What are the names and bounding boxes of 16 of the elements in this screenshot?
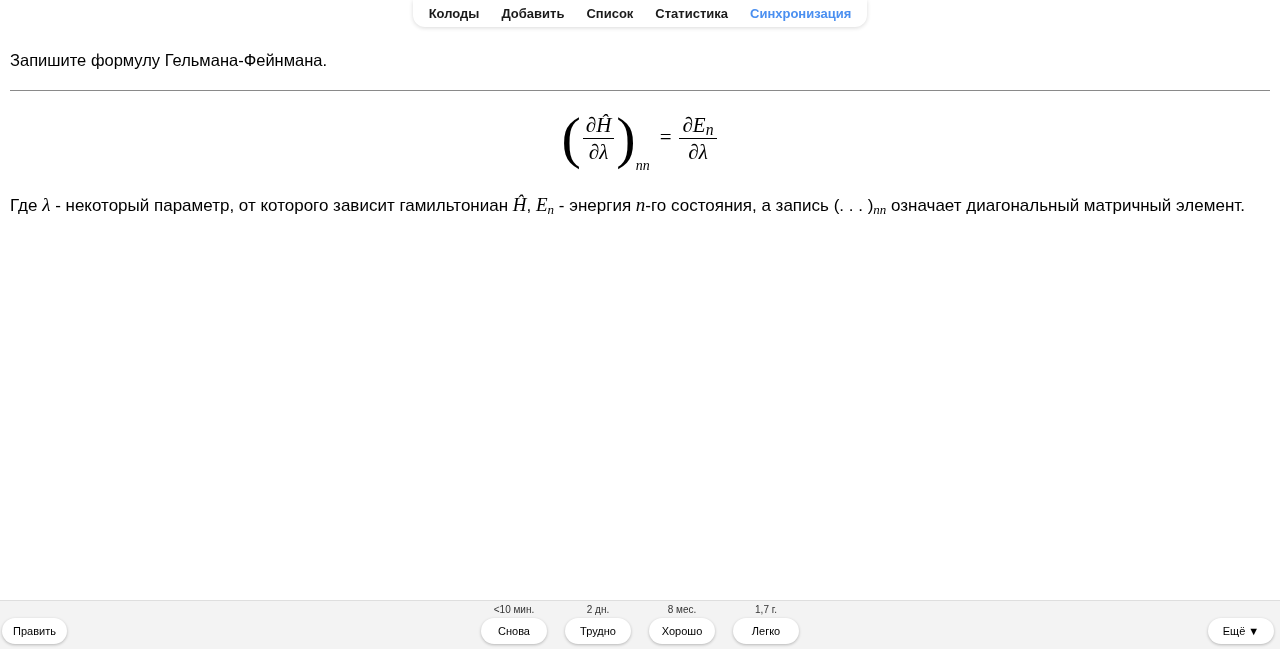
interval-label: 1,7 г. bbox=[755, 604, 777, 616]
answer-button[interactable]: Трудно bbox=[565, 618, 631, 644]
interval-label: 8 мес. bbox=[667, 604, 697, 616]
more-button[interactable]: Ещё ▼ bbox=[1208, 618, 1274, 644]
answer-button[interactable]: Легко bbox=[733, 618, 799, 644]
interval-label: <10 мин. bbox=[493, 604, 535, 616]
nav-link[interactable]: Список bbox=[586, 3, 634, 24]
nav-link[interactable]: Статистика bbox=[655, 3, 728, 24]
nav-link[interactable]: Колоды bbox=[428, 3, 480, 24]
edit-button[interactable]: Править bbox=[2, 618, 67, 644]
explanation-text: Где λ - некоторый параметр, от которого зависит гамильтониан Ĥ, E$_{n}$ - энергия n-го состояния, а запись (. . . )$_{nn}$ означает диагональный матричный элемент. bbox=[10, 193, 1245, 218]
nav-link[interactable]: Добавить bbox=[501, 3, 565, 24]
question-text: Запишите формулу Гельмана-Фейнмана. bbox=[10, 50, 328, 70]
answer-button[interactable]: Снова bbox=[481, 618, 547, 644]
interval-label: 2 дн. bbox=[586, 604, 610, 616]
answer-button[interactable]: Хорошо bbox=[649, 618, 715, 644]
